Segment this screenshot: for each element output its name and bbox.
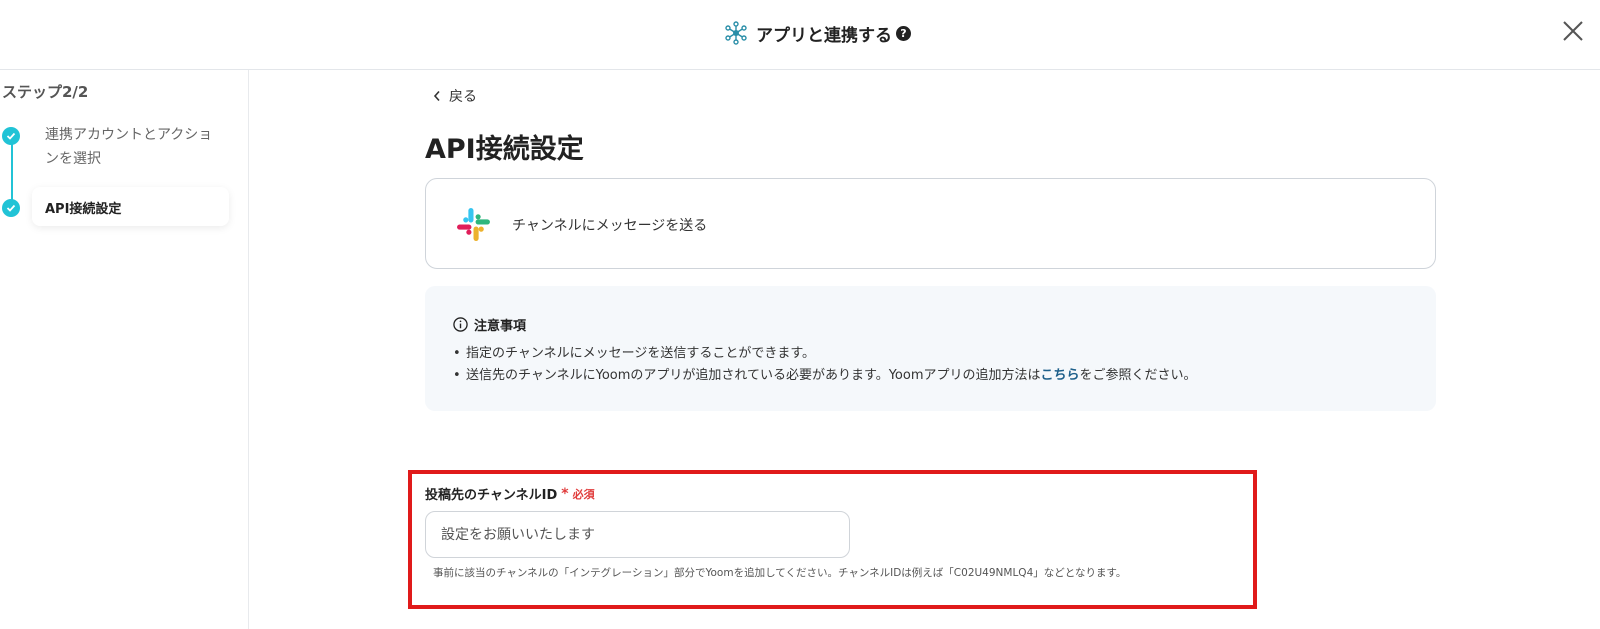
sidebar-step-2-label: API接続設定 [45,202,122,217]
network-icon [725,21,747,45]
field-help-text: 事前に該当のチャンネルの「インテグレーション」部分でYoomを追加してください。… [433,567,1127,579]
notice-item-1: 指定のチャンネルにメッセージを送信することができます。 [466,346,816,361]
list-item: • 指定のチャンネルにメッセージを送信することができます。 [453,343,1197,365]
required-badge: 必須 [572,487,595,501]
check-icon [2,127,20,145]
required-asterisk: * [561,485,569,502]
info-icon [453,317,468,332]
notice-item-2-suffix: をご参照ください。 [1079,368,1197,383]
chevron-left-icon [433,90,440,102]
channel-id-label: 投稿先のチャンネルID * 必須 [425,484,595,504]
step-indicator: ステップ2/2 [2,83,89,101]
check-icon [2,199,20,217]
sidebar-step-2[interactable]: API接続設定 [32,187,229,226]
close-icon[interactable] [1560,18,1586,44]
notice-box: 注意事項 • 指定のチャンネルにメッセージを送信することができます。 • 送信先の… [425,286,1436,411]
notice-list: • 指定のチャンネルにメッセージを送信することができます。 • 送信先のチャンネル… [453,343,1197,387]
modal-header: アプリと連携する ? [0,0,1600,70]
header-title: アプリと連携する ? [724,18,911,48]
back-label: 戻る [449,89,477,105]
slack-icon [457,208,490,241]
header-title-text: アプリと連携する [756,25,892,46]
field-label-text: 投稿先のチャンネルID [425,488,558,503]
sidebar-steps: ステップ2/2 連携アカウントとアクションを選択 API接続設定 [0,70,249,629]
action-card: チャンネルにメッセージを送る [425,178,1436,269]
notice-item-2: 送信先のチャンネルにYoomのアプリが追加されている必要があります。Yoomアプ… [466,368,1041,383]
question-circle-icon[interactable]: ? [896,25,911,41]
notice-heading: 注意事項 [453,315,526,334]
step-connector [11,134,13,208]
channel-id-input[interactable] [425,511,850,558]
list-item: • 送信先のチャンネルにYoomのアプリが追加されている必要があります。Yoom… [453,368,1197,383]
help-link[interactable]: こちら [1041,368,1080,383]
page-title: API接続設定 [425,134,584,165]
action-label: チャンネルにメッセージを送る [512,218,708,234]
sidebar-step-1[interactable]: 連携アカウントとアクションを選択 [45,123,225,171]
back-link[interactable]: 戻る [433,86,477,106]
notice-heading-text: 注意事項 [474,319,527,334]
